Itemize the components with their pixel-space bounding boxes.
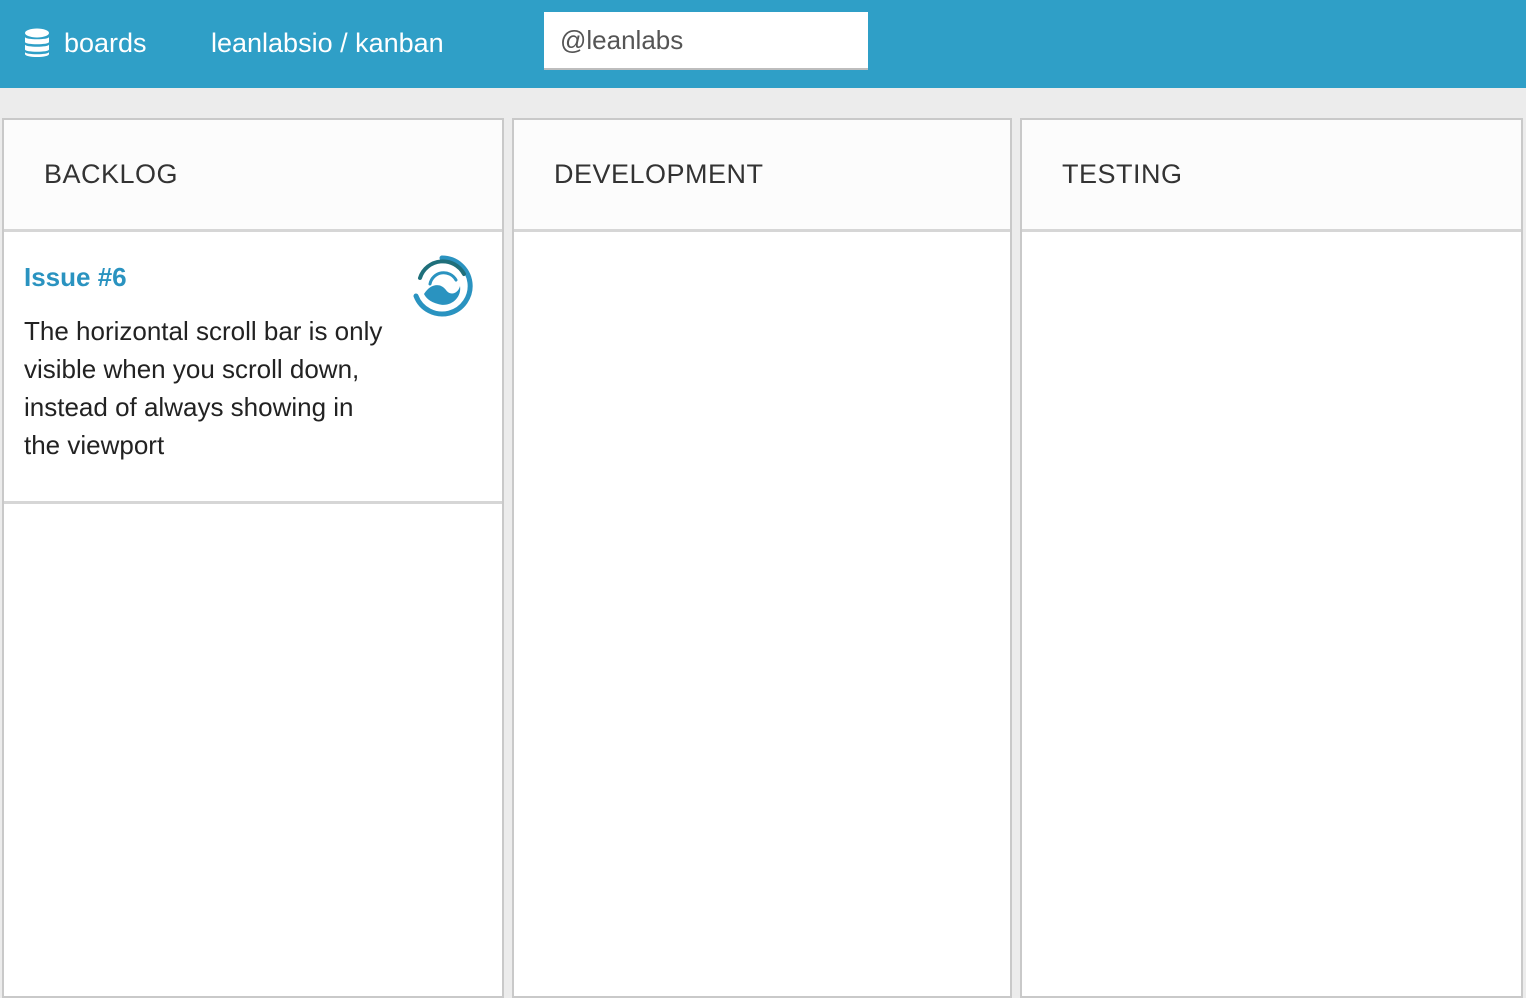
column-header-testing: TESTING — [1022, 120, 1521, 232]
column-header-backlog: BACKLOG — [4, 120, 502, 232]
search-input[interactable] — [544, 12, 868, 70]
issue-title-link[interactable]: Issue #6 — [24, 260, 127, 294]
kanban-board: BACKLOG Issue #6 The horizontal scroll b… — [0, 118, 1526, 998]
column-development: DEVELOPMENT — [512, 118, 1012, 998]
repository-path[interactable]: leanlabsio / kanban — [211, 26, 444, 60]
issue-description: The horizontal scroll bar is only visibl… — [24, 316, 383, 460]
database-icon — [25, 28, 49, 57]
column-header-development: DEVELOPMENT — [514, 120, 1010, 232]
top-navbar: boards leanlabsio / kanban — [0, 0, 1526, 88]
avatar-wave-icon[interactable] — [410, 254, 474, 318]
brand-label: boards — [64, 27, 147, 58]
boards-home-link[interactable]: boards — [24, 26, 147, 60]
issue-card[interactable]: Issue #6 The horizontal scroll bar is on… — [4, 232, 502, 504]
column-backlog: BACKLOG Issue #6 The horizontal scroll b… — [2, 118, 504, 998]
column-testing: TESTING — [1020, 118, 1523, 998]
